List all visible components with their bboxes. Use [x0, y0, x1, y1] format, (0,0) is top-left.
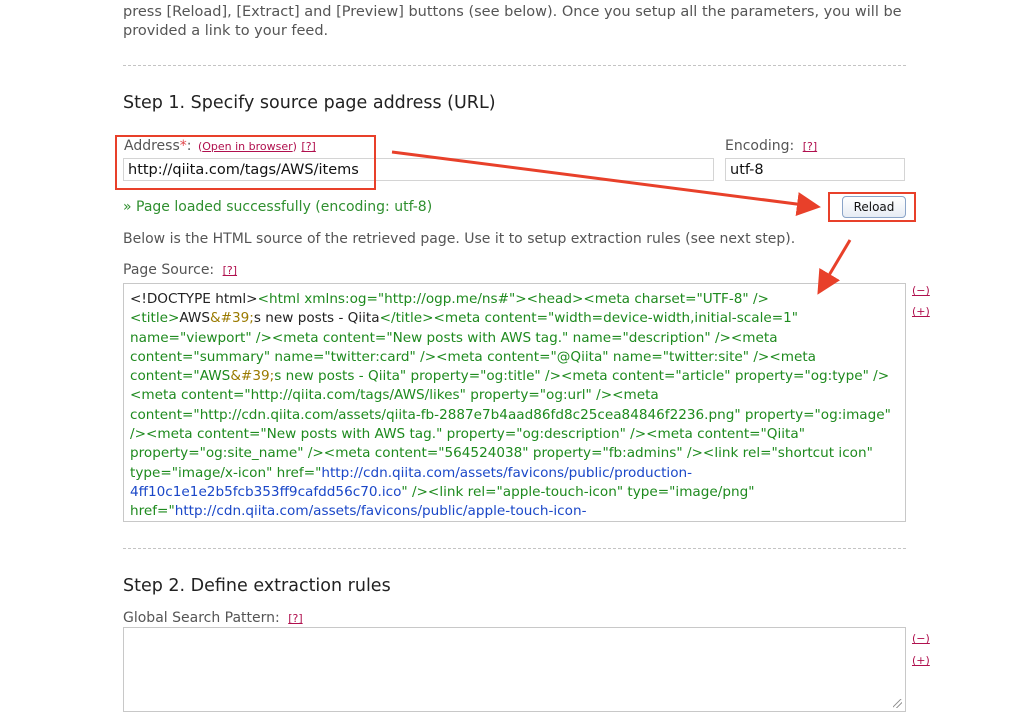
arrow-to-reload-icon: [391, 150, 821, 216]
arrow-to-source-icon: [817, 239, 852, 295]
annotation-arrows: [391, 150, 852, 295]
